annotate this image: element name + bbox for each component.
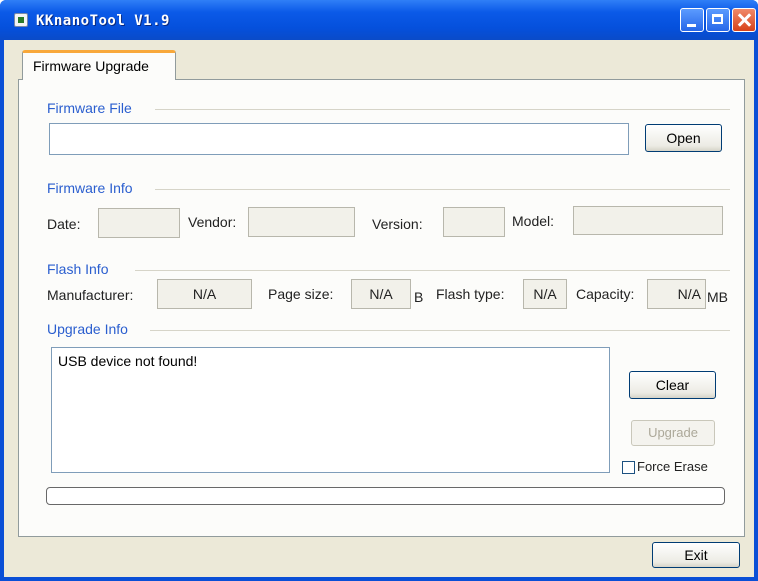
- close-button[interactable]: [732, 8, 756, 32]
- date-field: [98, 208, 180, 238]
- capacity-label: Capacity:: [576, 286, 635, 302]
- group-divider: [155, 109, 730, 110]
- date-label: Date:: [47, 216, 81, 232]
- title-bar[interactable]: KKnanoTool V1.9: [0, 0, 758, 40]
- vendor-field: [248, 207, 355, 237]
- exit-button[interactable]: Exit: [652, 542, 740, 568]
- capacity-unit: MB: [707, 289, 728, 305]
- capacity-field: N/A: [647, 279, 706, 309]
- group-divider: [155, 189, 730, 190]
- model-label: Model:: [512, 213, 555, 229]
- group-divider: [135, 270, 730, 271]
- flash-type-label: Flash type:: [436, 286, 505, 302]
- minimize-button[interactable]: [680, 8, 704, 32]
- flash-info-group-label: Flash Info: [47, 261, 109, 277]
- version-field: [443, 207, 505, 237]
- version-label: Version:: [372, 216, 423, 232]
- page-size-unit: B: [414, 289, 424, 305]
- model-field: [573, 206, 723, 235]
- manufacturer-field: N/A: [157, 279, 252, 309]
- upgrade-progress-bar: [46, 487, 725, 505]
- upgrade-button[interactable]: Upgrade: [631, 420, 715, 446]
- upgrade-info-group-label: Upgrade Info: [47, 321, 128, 337]
- clear-button[interactable]: Clear: [629, 371, 716, 399]
- force-erase-label: Force Erase: [637, 459, 708, 474]
- firmware-info-group-label: Firmware Info: [47, 180, 133, 196]
- app-icon: [14, 13, 28, 27]
- tab-firmware-upgrade[interactable]: Firmware Upgrade: [22, 50, 176, 80]
- page-size-label: Page size:: [268, 286, 334, 302]
- manufacturer-label: Manufacturer:: [47, 287, 134, 303]
- maximize-button[interactable]: [706, 8, 730, 32]
- firmware-file-path-input[interactable]: [49, 123, 629, 155]
- page-size-field: N/A: [351, 279, 411, 309]
- upgrade-log-textarea[interactable]: USB device not found!: [51, 347, 610, 473]
- tab-label: Firmware Upgrade: [33, 58, 149, 74]
- force-erase-checkbox[interactable]: [622, 461, 635, 474]
- group-divider: [150, 330, 730, 331]
- firmware-file-group-label: Firmware File: [47, 100, 132, 116]
- flash-type-field: N/A: [523, 279, 567, 309]
- window-title: KKnanoTool V1.9: [36, 13, 170, 29]
- open-button[interactable]: Open: [645, 124, 722, 152]
- vendor-label: Vendor:: [188, 214, 237, 230]
